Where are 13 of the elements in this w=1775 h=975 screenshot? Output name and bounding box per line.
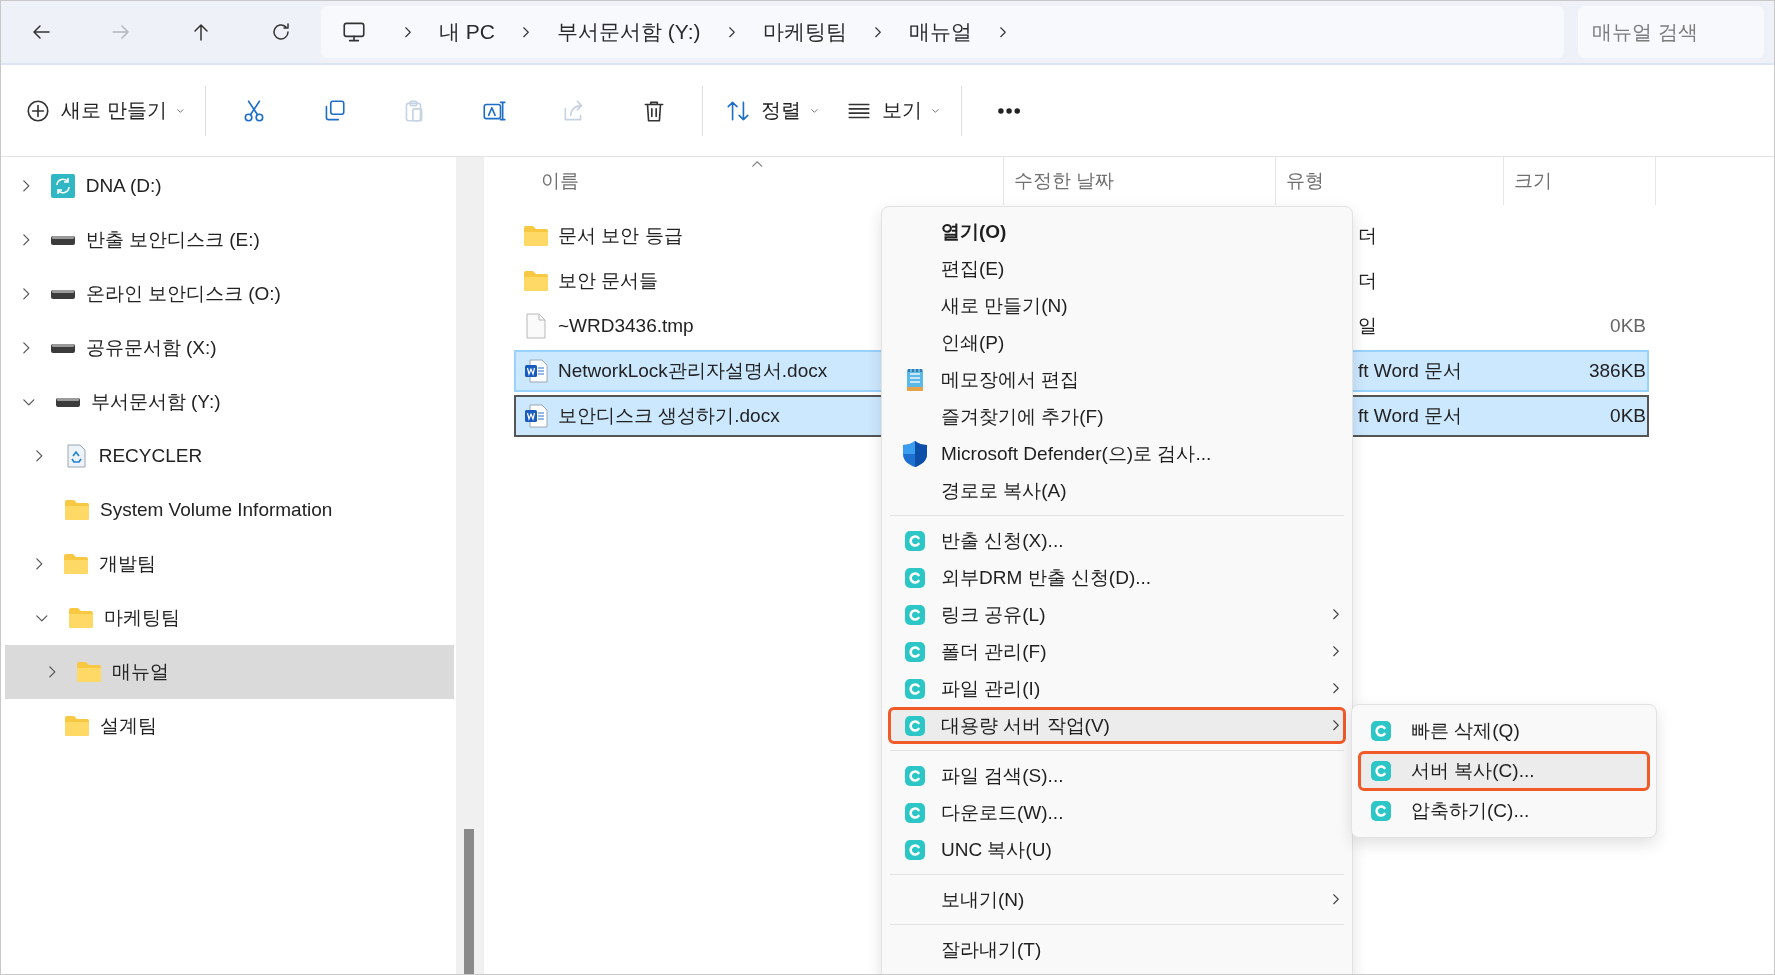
file-name: 문서 보안 등급 [558, 224, 683, 248]
file-name: NetworkLock관리자설명서.docx [558, 359, 828, 383]
file-size: 0KB [1610, 315, 1646, 336]
file-type: ft Word 문서 [1358, 405, 1463, 426]
file-type: 더 [1358, 225, 1377, 246]
file-type: ft Word 문서 [1358, 360, 1463, 381]
file-name: 보안 문서들 [558, 269, 659, 293]
file-size: 0KB [1610, 405, 1646, 426]
file-size: 386KB [1588, 360, 1646, 381]
file-name: ~WRD3436.tmp [558, 315, 694, 337]
file-type: 일 [1358, 315, 1377, 336]
file-type: 더 [1358, 270, 1377, 291]
file-name: 보안디스크 생성하기.docx [558, 404, 780, 428]
